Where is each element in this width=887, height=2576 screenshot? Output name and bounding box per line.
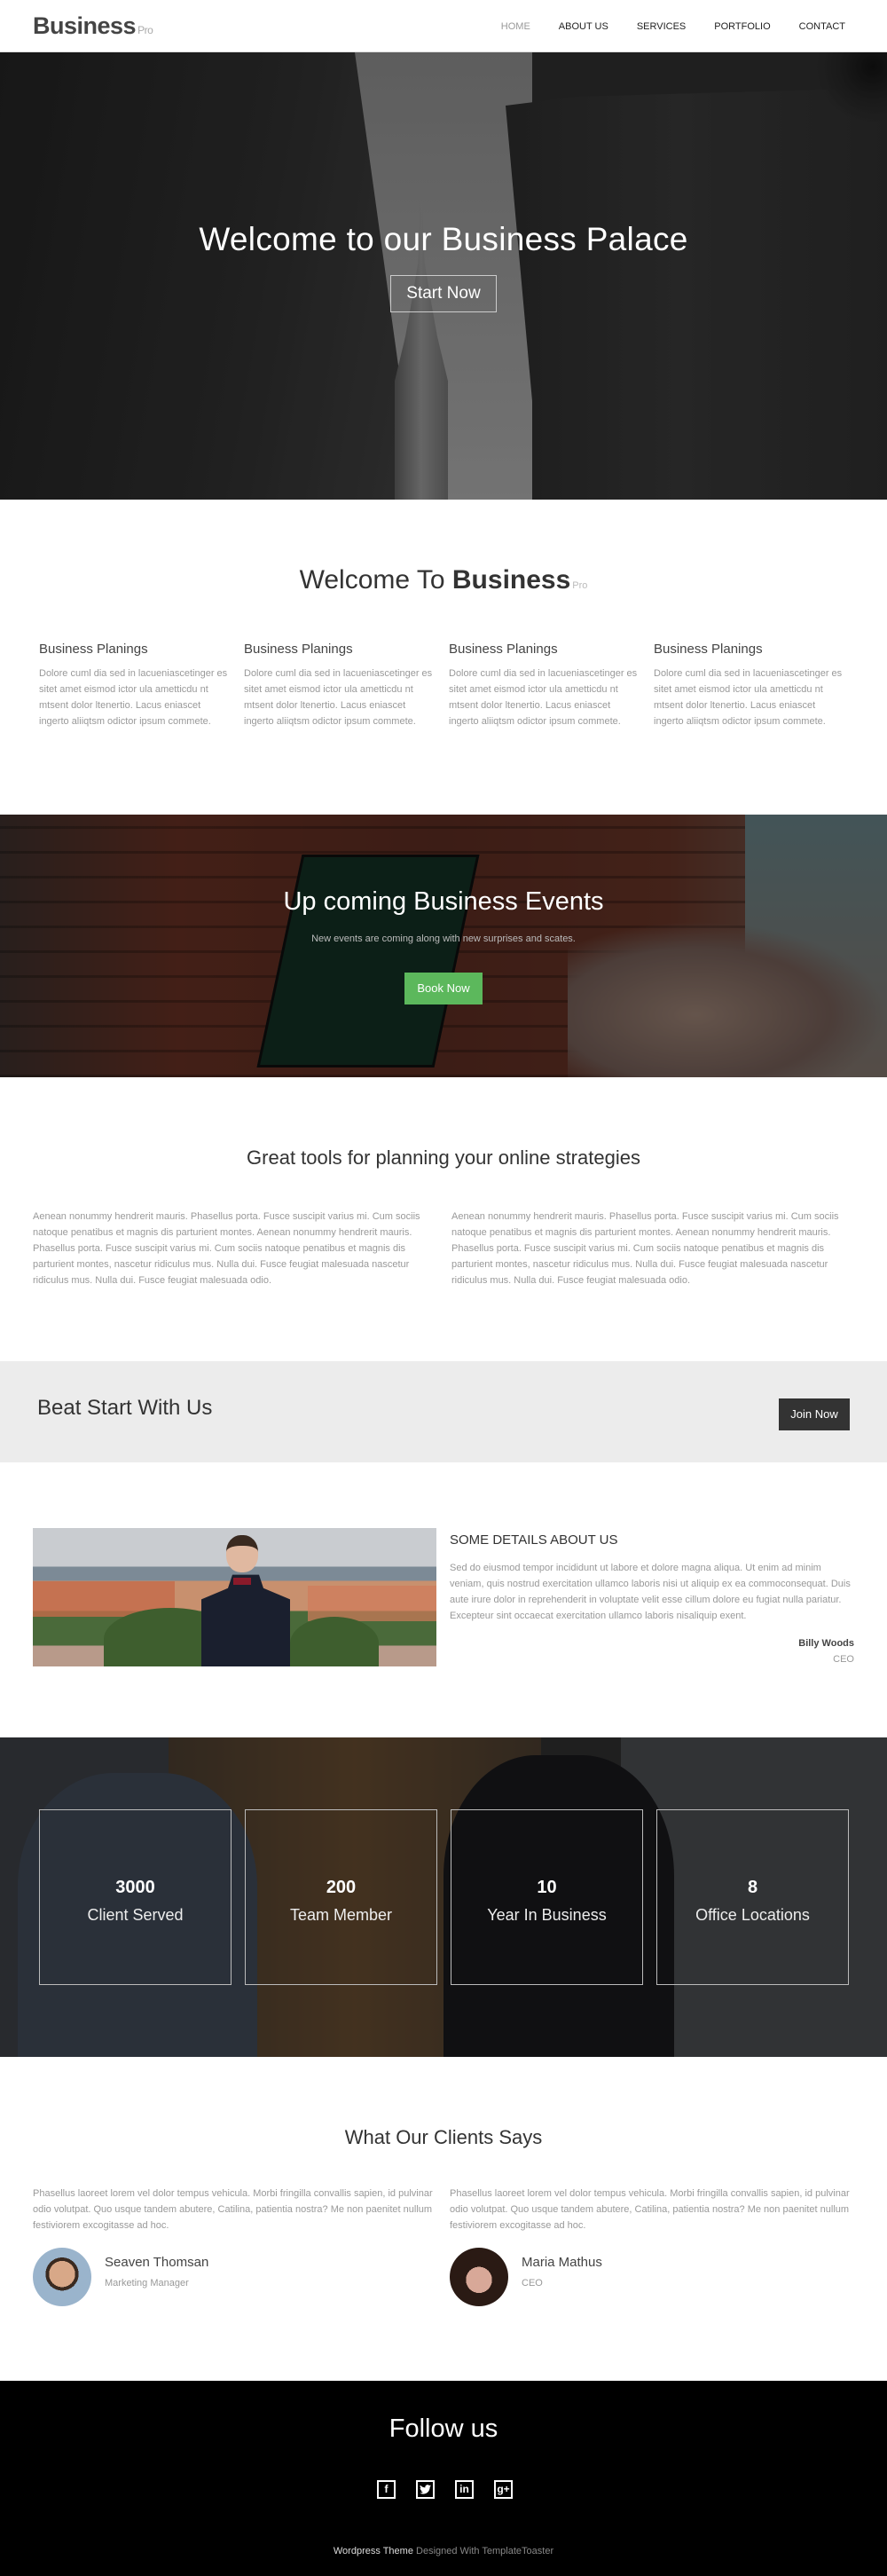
stat-value: 200: [326, 1878, 357, 1897]
feature-column: Business Planings Dolore cuml dia sed in …: [449, 642, 654, 729]
feature-title: Business Planings: [39, 642, 148, 657]
about-title: SOME DETAILS ABOUT US: [450, 1532, 618, 1548]
stat-box: 200 Team Member: [245, 1809, 437, 1985]
stat-value: 8: [747, 1878, 758, 1897]
feature-title: Business Planings: [654, 642, 763, 657]
events-section: Up coming Business Events New events are…: [0, 815, 887, 1077]
site-logo[interactable]: Business Pro: [33, 12, 153, 40]
photo-roof: [308, 1586, 436, 1621]
stat-value: 10: [537, 1878, 557, 1897]
stats-section: 3000 Client Served 200 Team Member 10 Year …: [0, 1737, 887, 2057]
stats-boxes: 3000 Client Served 200 Team Member 10 Year …: [39, 1809, 849, 1985]
credit-link[interactable]: Wordpress Theme: [334, 2546, 413, 2556]
cta-section: Beat Start With Us Join Now: [0, 1361, 887, 1462]
testimonial-text: Phasellus laoreet lorem vel dolor tempus…: [450, 2188, 850, 2231]
tools-section: Great tools for planning your online str…: [0, 1077, 887, 1361]
site-footer: Follow us f in g+ Wordpress Theme Design…: [0, 2381, 887, 2576]
welcome-title-sup: Pro: [572, 580, 588, 591]
testimonial-person: Maria Mathus CEO: [450, 2248, 858, 2310]
about-signature: Billy Woods CEO: [798, 1638, 854, 1665]
logo-text: Business: [33, 12, 137, 39]
photo-tree: [290, 1617, 379, 1666]
tools-paragraph: Aenean nonummy hendrerit mauris. Phasell…: [33, 1211, 420, 1286]
events-subtitle: New events are coming along with new sur…: [311, 934, 576, 944]
welcome-title: Welcome To Business Pro: [0, 565, 887, 595]
avatar: [33, 2248, 91, 2306]
feature-title: Business Planings: [449, 642, 558, 657]
testimonial-name: Seaven Thomsan: [105, 2255, 209, 2270]
about-text: Sed do eiusmod tempor incididunt ut labo…: [450, 1563, 851, 1621]
feature-text: Dolore cuml dia sed in lacueniascetinger…: [244, 668, 433, 727]
stat-label: Team Member: [289, 1906, 393, 1924]
tools-columns: Aenean nonummy hendrerit mauris. Phasell…: [33, 1209, 855, 1288]
linkedin-icon[interactable]: in: [455, 2480, 474, 2499]
nav-contact[interactable]: CONTACT: [799, 21, 845, 32]
welcome-title-bold: Business: [451, 565, 571, 595]
testimonials-section: What Our Clients Says Phasellus laoreet …: [0, 2057, 887, 2381]
testimonial-role: CEO: [522, 2278, 543, 2288]
testimonials-title: What Our Clients Says: [344, 2126, 543, 2148]
stat-value: 3000: [115, 1878, 155, 1897]
about-photo: [33, 1528, 436, 1666]
testimonial: Phasellus laoreet lorem vel dolor tempus…: [33, 2186, 441, 2310]
book-now-button[interactable]: Book Now: [404, 973, 483, 1004]
feature-column: Business Planings Dolore cuml dia sed in …: [244, 642, 449, 729]
feature-column: Business Planings Dolore cuml dia sed in …: [654, 642, 859, 729]
google-plus-icon[interactable]: g+: [494, 2480, 513, 2499]
testimonial-name: Maria Mathus: [522, 2255, 602, 2270]
feature-text: Dolore cuml dia sed in lacueniascetinger…: [449, 668, 638, 727]
avatar: [450, 2248, 508, 2306]
testimonial-text: Phasellus laoreet lorem vel dolor tempus…: [33, 2188, 433, 2231]
photo-bow-tie: [233, 1578, 251, 1585]
footer-title: Follow us: [389, 2415, 498, 2443]
welcome-title-prefix: Welcome To: [299, 565, 445, 595]
feature-text: Dolore cuml dia sed in lacueniascetinger…: [654, 668, 843, 727]
join-now-button[interactable]: Join Now: [779, 1398, 850, 1430]
feature-title: Business Planings: [244, 642, 353, 657]
events-overlay: [0, 815, 887, 1077]
hero-section: Welcome to our Business Palace Start Now: [0, 52, 887, 500]
events-title: Up coming Business Events: [283, 887, 604, 916]
stat-label: Client Served: [87, 1906, 184, 1924]
start-now-button[interactable]: Start Now: [390, 275, 497, 312]
tools-paragraph: Aenean nonummy hendrerit mauris. Phasell…: [451, 1211, 839, 1286]
feature-column: Business Planings Dolore cuml dia sed in …: [39, 642, 244, 729]
footer-credit: Wordpress Theme Designed With TemplateTo…: [0, 2546, 887, 2556]
about-author: Billy Woods: [798, 1638, 854, 1649]
about-author-role: CEO: [833, 1654, 854, 1665]
twitter-icon[interactable]: [416, 2480, 435, 2499]
cta-title: Beat Start With Us: [37, 1396, 213, 1420]
testimonial: Phasellus laoreet lorem vel dolor tempus…: [450, 2186, 858, 2310]
testimonial-person: Seaven Thomsan Marketing Manager: [33, 2248, 441, 2310]
welcome-section: Welcome To Business Pro Business Planings…: [0, 500, 887, 815]
nav-services[interactable]: SERVICES: [637, 21, 686, 32]
social-links: f in g+: [377, 2480, 513, 2499]
testimonial-role: Marketing Manager: [105, 2278, 189, 2288]
site-header: Business Pro HOME ABOUT US SERVICES PORTF…: [0, 0, 887, 52]
hero-title: Welcome to our Business Palace: [199, 221, 688, 257]
stat-box: 8 Office Locations: [656, 1809, 849, 1985]
tools-title: Great tools for planning your online str…: [247, 1146, 640, 1169]
stat-label: Year In Business: [487, 1906, 607, 1924]
logo-sup: Pro: [137, 24, 153, 36]
stat-box: 10 Year In Business: [451, 1809, 643, 1985]
feature-text: Dolore cuml dia sed in lacueniascetinger…: [39, 668, 228, 727]
nav-home[interactable]: HOME: [501, 21, 530, 32]
stat-label: Office Locations: [695, 1906, 810, 1924]
nav-about-us[interactable]: ABOUT US: [559, 21, 608, 32]
feature-columns: Business Planings Dolore cuml dia sed in …: [39, 642, 859, 729]
stat-box: 3000 Client Served: [39, 1809, 232, 1985]
credit-text: Designed With TemplateToaster: [412, 2546, 554, 2556]
photo-man-head: [226, 1535, 258, 1572]
main-nav: HOME ABOUT US SERVICES PORTFOLIO CONTACT: [473, 21, 845, 32]
facebook-icon[interactable]: f: [377, 2480, 396, 2499]
about-section: SOME DETAILS ABOUT US Sed do eiusmod tem…: [0, 1462, 887, 1737]
nav-portfolio[interactable]: PORTFOLIO: [714, 21, 770, 32]
